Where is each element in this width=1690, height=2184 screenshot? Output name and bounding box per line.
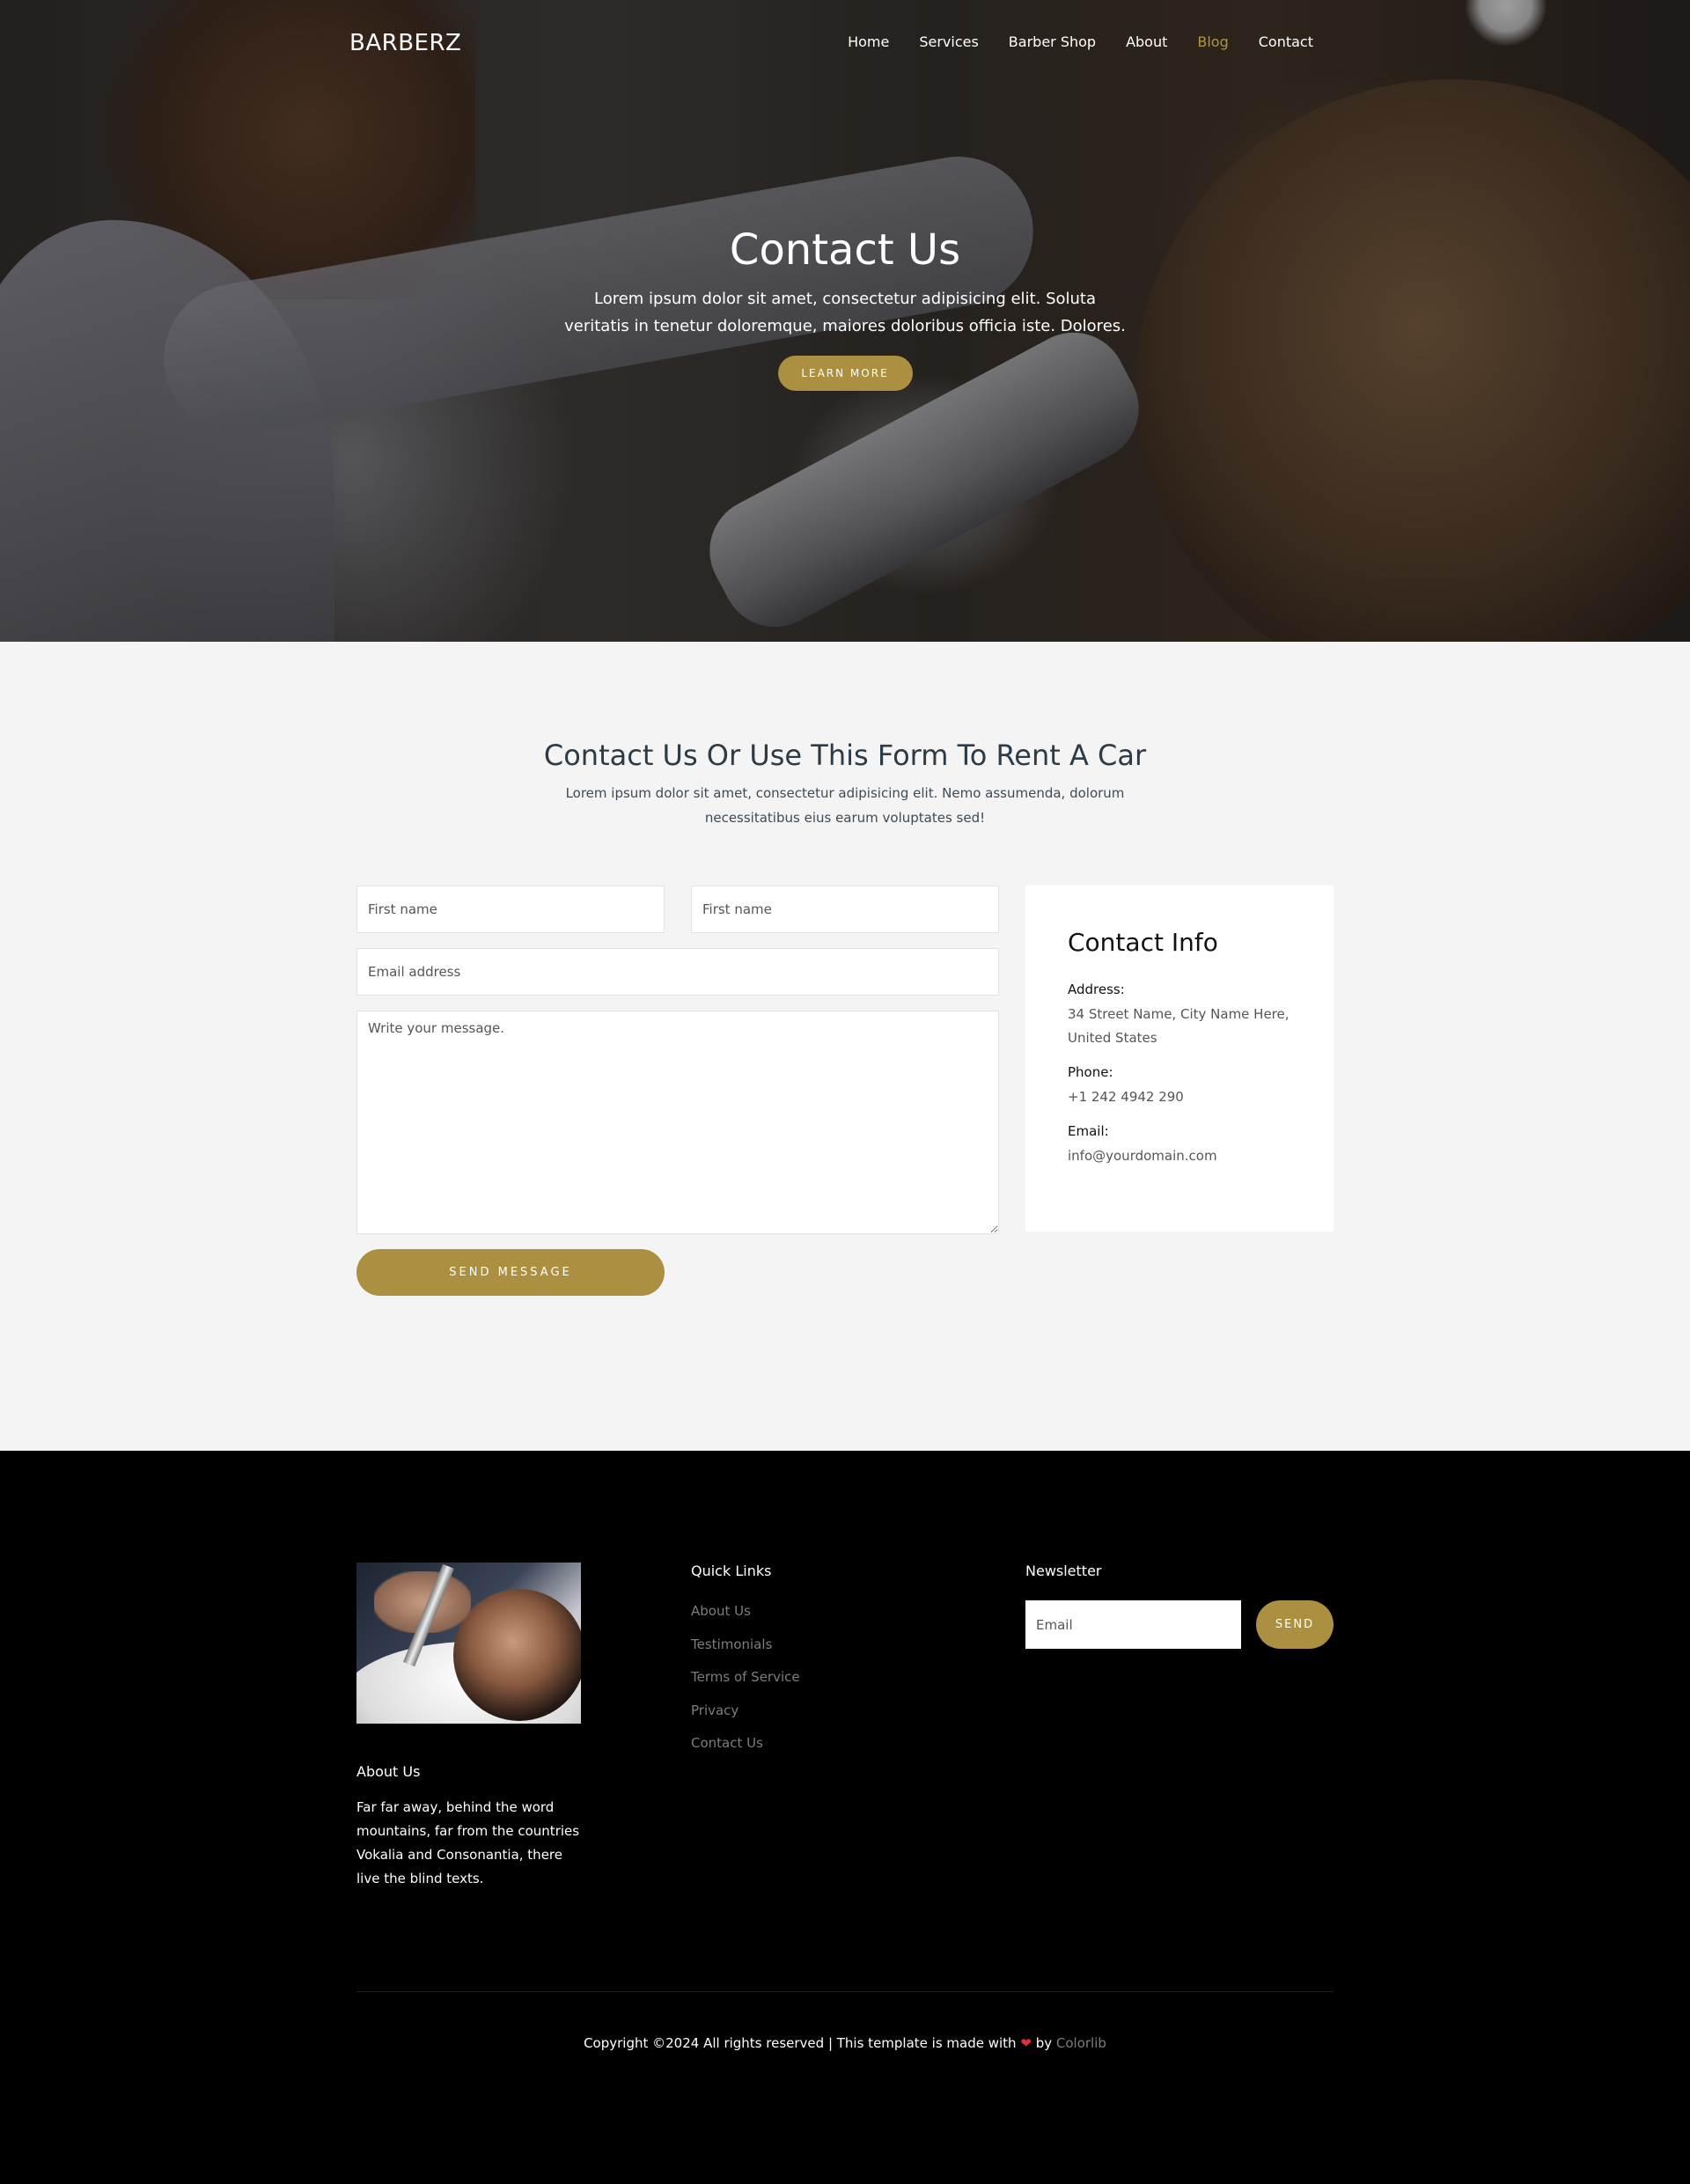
list-item: Testimonials [691, 1636, 800, 1669]
nav-about[interactable]: About [1126, 33, 1167, 50]
nav-services[interactable]: Services [919, 33, 978, 50]
nav-barber-shop[interactable]: Barber Shop [1009, 33, 1096, 50]
contact-info-title: Contact Info [1068, 928, 1218, 957]
contact-subtitle: Lorem ipsum dolor sit amet, consectetur … [565, 785, 1125, 826]
email-label: Email: [1068, 1123, 1109, 1139]
email-input[interactable] [356, 948, 999, 996]
footer-divider [356, 1991, 1334, 1992]
copyright-by: by [1035, 2035, 1053, 2051]
site-footer: About Us Far far away, behind the word m… [0, 1451, 1690, 2184]
colorlib-link[interactable]: Colorlib [1056, 2035, 1106, 2051]
address-label: Address: [1068, 982, 1125, 997]
newsletter-send-button[interactable]: SEND [1256, 1600, 1334, 1649]
footer-about-heading: About Us [356, 1763, 421, 1780]
list-item: About Us [691, 1602, 800, 1636]
footer-link-contact[interactable]: Contact Us [691, 1735, 763, 1751]
footer-image-head [453, 1589, 581, 1721]
footer-barber-image [356, 1563, 581, 1724]
footer-newsletter-heading: Newsletter [1025, 1563, 1102, 1579]
hero-section: BARBERZ Home Services Barber Shop About … [0, 0, 1690, 642]
list-item: Terms of Service [691, 1668, 800, 1702]
footer-about-text: Far far away, behind the word mountains,… [356, 1799, 580, 1886]
hero-content: Contact Us Lorem ipsum dolor sit amet, c… [0, 225, 1690, 391]
contact-info-card: Contact Info Address: 34 Street Name, Ci… [1025, 886, 1334, 1232]
message-textarea[interactable] [356, 1011, 999, 1234]
copyright: Copyright ©2024 All rights reserved | Th… [0, 2035, 1690, 2051]
send-message-button[interactable]: SEND MESSAGE [356, 1249, 665, 1296]
second-name-input[interactable] [691, 886, 999, 933]
list-item: Privacy [691, 1702, 800, 1735]
footer-quick-links: About Us Testimonials Terms of Service P… [691, 1602, 800, 1768]
phone-value: +1 242 4942 290 [1068, 1089, 1184, 1105]
main-menu: Home Services Barber Shop About Blog Con… [848, 33, 1313, 50]
brand-logo[interactable]: BARBERZ [349, 30, 461, 56]
hero-text: Lorem ipsum dolor sit amet, consectetur … [564, 290, 1126, 335]
footer-link-testimonials[interactable]: Testimonials [691, 1636, 772, 1652]
contact-title: Contact Us Or Use This Form To Rent A Ca… [543, 739, 1147, 772]
nav-home[interactable]: Home [848, 33, 889, 50]
newsletter-email-input[interactable] [1025, 1600, 1241, 1649]
copyright-text: Copyright ©2024 All rights reserved | Th… [584, 2035, 1017, 2051]
hero-title: Contact Us [729, 225, 961, 275]
list-item: Contact Us [691, 1734, 800, 1768]
footer-link-privacy[interactable]: Privacy [691, 1702, 738, 1718]
first-name-input[interactable] [356, 886, 665, 933]
address-value: 34 Street Name, City Name Here, United S… [1068, 1006, 1290, 1046]
footer-link-about[interactable]: About Us [691, 1603, 751, 1619]
nav-contact[interactable]: Contact [1259, 33, 1313, 50]
footer-link-terms[interactable]: Terms of Service [691, 1669, 800, 1685]
learn-more-button[interactable]: Learn More [777, 356, 913, 391]
footer-links-heading: Quick Links [691, 1563, 772, 1579]
nav-blog[interactable]: Blog [1197, 33, 1228, 50]
top-navbar: BARBERZ Home Services Barber Shop About … [0, 0, 1690, 88]
contact-section: Contact Us Or Use This Form To Rent A Ca… [0, 642, 1690, 1451]
heart-icon: ❤ [1020, 2035, 1032, 2051]
email-value: info@yourdomain.com [1068, 1148, 1217, 1164]
phone-label: Phone: [1068, 1064, 1113, 1080]
